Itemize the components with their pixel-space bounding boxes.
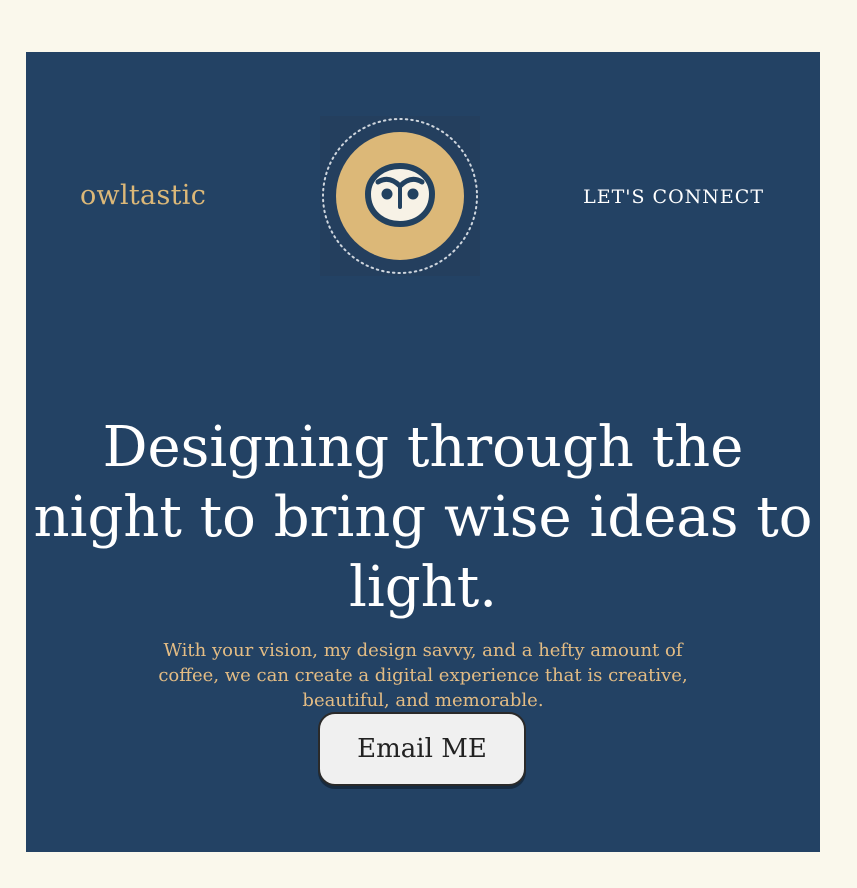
hero-section: owltastic LET'S CONNECT Designing throug… (26, 52, 820, 852)
hero-subtext: With your vision, my design savvy, and a… (158, 640, 688, 711)
owl-logo-icon[interactable] (320, 116, 480, 276)
email-me-button[interactable]: Email ME (318, 712, 526, 786)
lets-connect-link[interactable]: LET'S CONNECT (583, 188, 764, 207)
brand-name[interactable]: owltastic (80, 182, 206, 209)
hero-headline: Designing through the night to bring wis… (33, 415, 813, 620)
